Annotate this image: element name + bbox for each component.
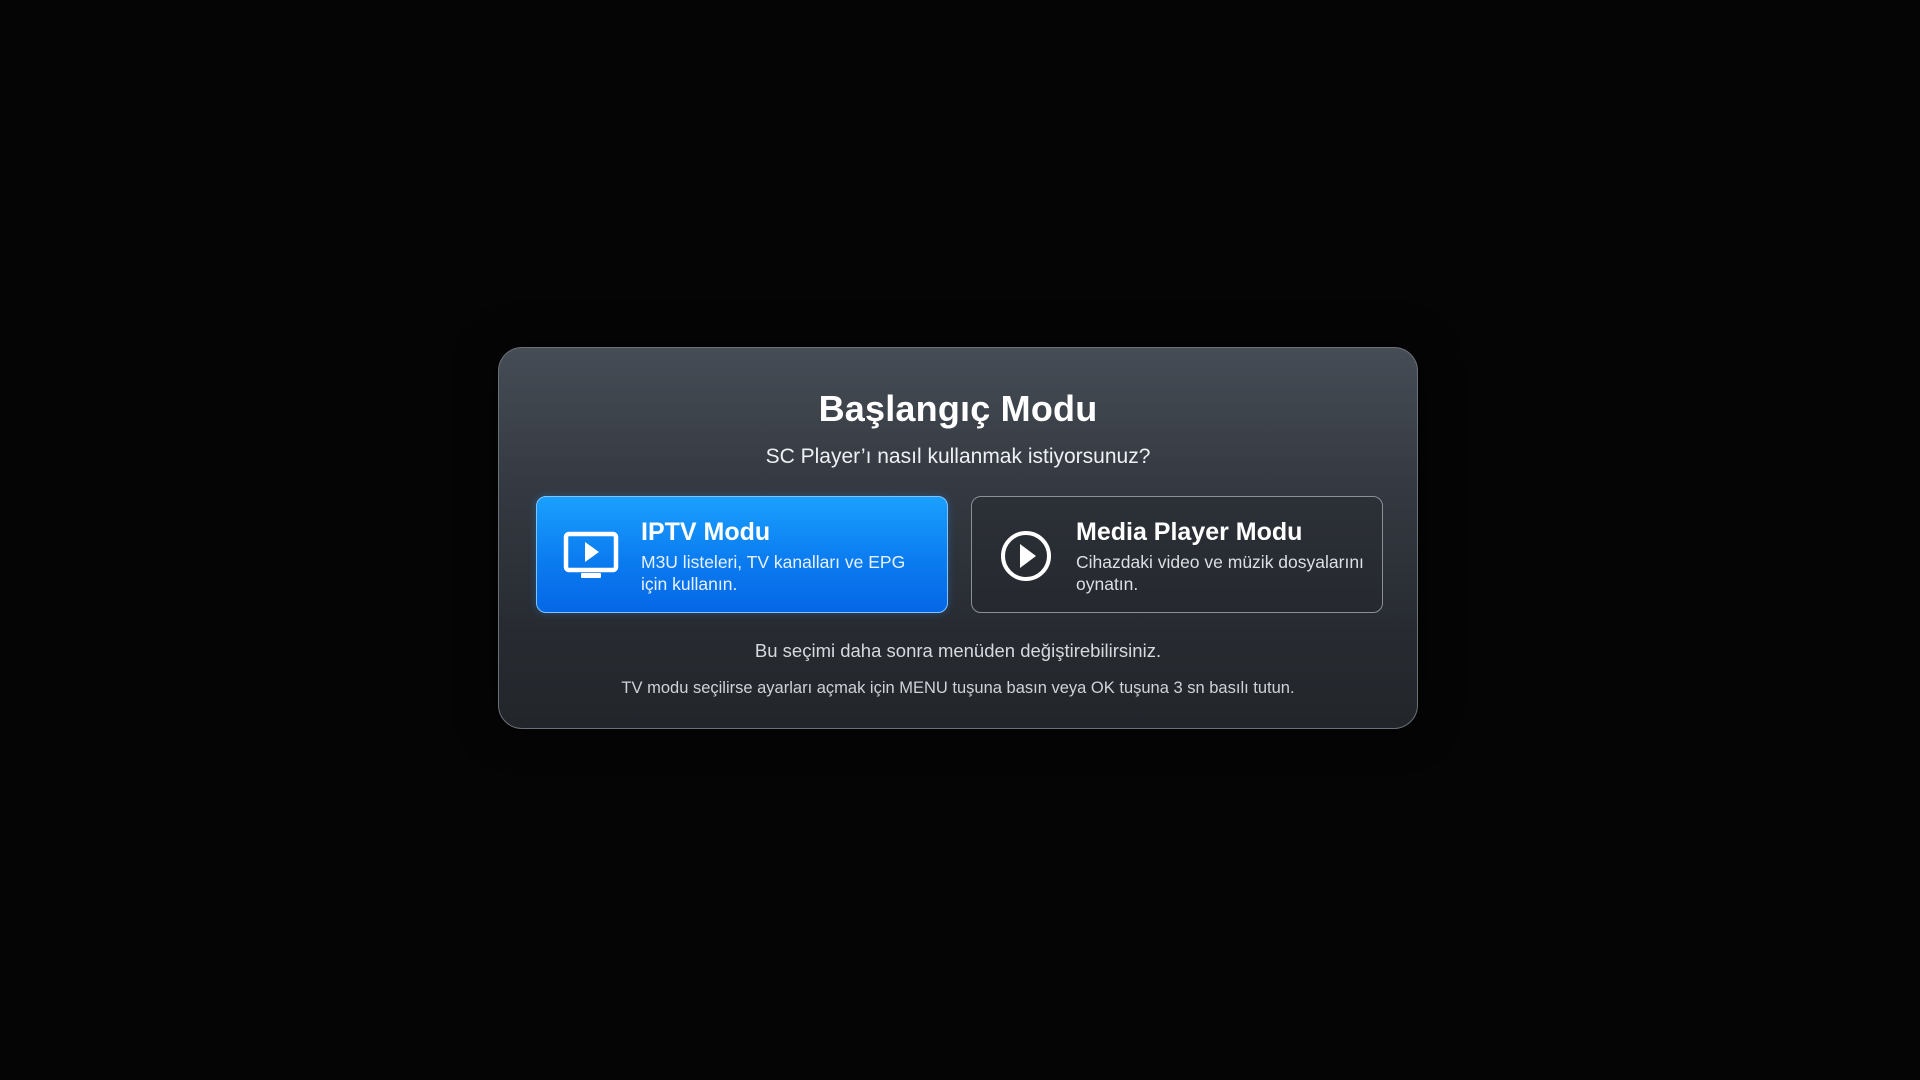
media-player-mode-description: Cihazdaki video ve müzik dosyalarını oyn… <box>1076 552 1364 594</box>
screen: Başlangıç Modu SC Player’ı nasıl kullanm… <box>0 0 1920 1080</box>
media-player-mode-title: Media Player Modu <box>1076 518 1303 546</box>
startup-mode-dialog: Başlangıç Modu SC Player’ı nasıl kullanm… <box>498 347 1418 729</box>
media-player-mode-button[interactable]: Media Player Modu Cihazdaki video ve müz… <box>971 496 1383 613</box>
iptv-mode-description: M3U listeleri, TV kanalları ve EPG için … <box>641 552 906 594</box>
iptv-mode-button[interactable]: IPTV Modu M3U listeleri, TV kanalları ve… <box>536 496 948 613</box>
tv-play-icon <box>563 531 619 578</box>
iptv-mode-title: IPTV Modu <box>641 518 771 546</box>
change-later-note: Bu seçimi daha sonra menüden değiştirebi… <box>754 640 1162 661</box>
settings-hint: TV modu seçilirse ayarları açmak için ME… <box>621 679 1295 697</box>
play-circle-icon <box>1001 531 1051 581</box>
dialog-subtitle: SC Player’ı nasıl kullanmak istiyorsunuz… <box>765 445 1151 468</box>
dialog-title: Başlangıç Modu <box>818 388 1098 429</box>
